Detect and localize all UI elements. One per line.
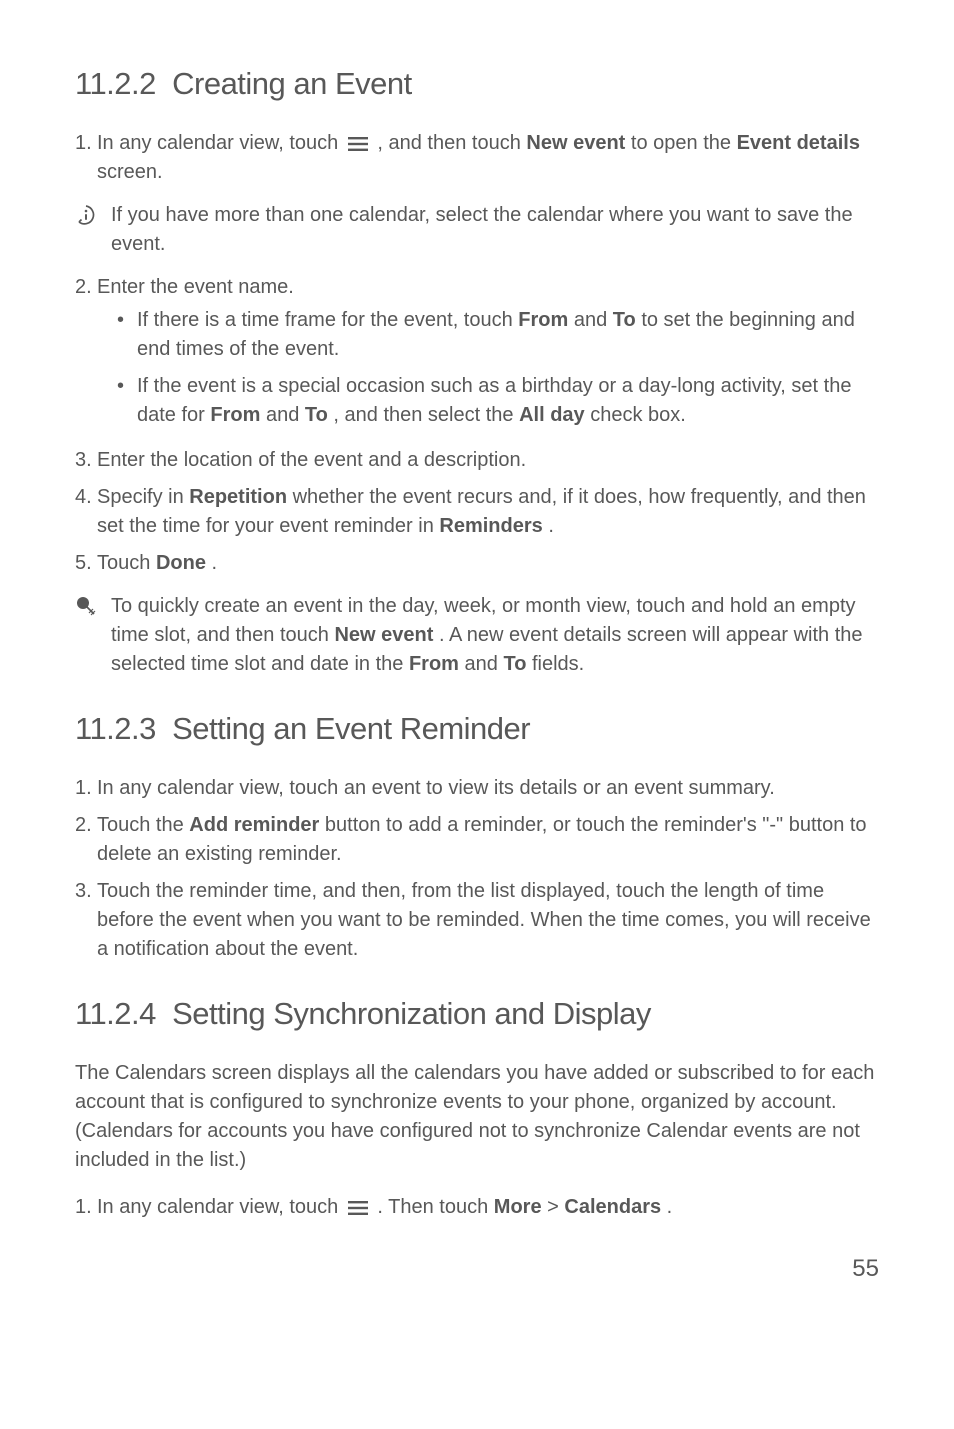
bullet-dot: • — [117, 372, 137, 430]
step-number: 3. — [75, 877, 97, 964]
text: , and then select the — [333, 404, 519, 426]
text: . — [667, 1196, 673, 1218]
text-bold: Reminders — [439, 515, 542, 537]
step-2-2: 2. Touch the Add reminder button to add … — [75, 811, 879, 869]
text: . Then touch — [377, 1196, 493, 1218]
step-number: 4. — [75, 483, 97, 541]
text-bold: New event — [334, 624, 433, 646]
text: and — [266, 404, 305, 426]
note-text: If you have more than one calendar, sele… — [111, 201, 879, 259]
text: and — [465, 653, 504, 675]
text: Touch — [97, 552, 156, 574]
step-1-4: 4. Specify in Repetition whether the eve… — [75, 483, 879, 541]
text: . — [548, 515, 554, 537]
bullet-item: • If the event is a special occasion suc… — [117, 372, 879, 430]
tip-icon — [75, 592, 111, 679]
text-bold: Calendars — [564, 1196, 661, 1218]
text-bold: To — [305, 404, 328, 426]
step-body: Enter the event name. — [97, 273, 879, 302]
text: fields. — [532, 653, 584, 675]
step-number: 1. — [75, 774, 97, 803]
step-body: Touch the reminder time, and then, from … — [97, 877, 879, 964]
step-body: In any calendar view, touch , and then t… — [97, 129, 879, 187]
heading-creating-event: 11.2.2 Creating an Event — [75, 62, 879, 107]
text-bold: From — [409, 653, 459, 675]
text: screen. — [97, 161, 163, 183]
step-1-2: 2. Enter the event name. • If there is a… — [75, 273, 879, 438]
bullet-dot: • — [117, 306, 137, 364]
text-bold: Add reminder — [189, 814, 319, 836]
step-number: 2. — [75, 811, 97, 869]
text: In any calendar view, touch — [97, 132, 344, 154]
note-block: If you have more than one calendar, sele… — [75, 201, 879, 259]
text-bold: New event — [526, 132, 625, 154]
step-body: In any calendar view, touch an event to … — [97, 774, 879, 803]
text-bold: To — [503, 653, 526, 675]
step-number: 5. — [75, 549, 97, 578]
step-1-5: 5. Touch Done . — [75, 549, 879, 578]
step-number: 3. — [75, 446, 97, 475]
bullet-item: • If there is a time frame for the event… — [117, 306, 879, 364]
menu-icon — [344, 1198, 372, 1218]
heading-setting-reminder: 11.2.3 Setting an Event Reminder — [75, 707, 879, 752]
text: , and then touch — [377, 132, 526, 154]
step-number: 2. — [75, 273, 97, 438]
text: check box. — [590, 404, 686, 426]
text-bold: All day — [519, 404, 585, 426]
text: to open the — [631, 132, 737, 154]
step-body: Enter the location of the event and a de… — [97, 446, 879, 475]
text: In any calendar view, touch — [97, 1196, 344, 1218]
step-number: 1. — [75, 129, 97, 187]
text-bold: Done — [156, 552, 206, 574]
info-icon — [75, 201, 111, 259]
step-2-1: 1. In any calendar view, touch an event … — [75, 774, 879, 803]
step-3-1: 1. In any calendar view, touch . Then to… — [75, 1193, 879, 1222]
text-bold: From — [518, 309, 568, 331]
bullet-body: If there is a time frame for the event, … — [137, 306, 879, 364]
text: Specify in — [97, 486, 189, 508]
text: and — [574, 309, 613, 331]
text-bold: From — [210, 404, 260, 426]
paragraph: The Calendars screen displays all the ca… — [75, 1059, 879, 1175]
text: Touch the — [97, 814, 189, 836]
text: > — [547, 1196, 564, 1218]
page-number: 55 — [75, 1252, 879, 1287]
text: If there is a time frame for the event, … — [137, 309, 518, 331]
text-bold: Event details — [737, 132, 860, 154]
step-body: Specify in Repetition whether the event … — [97, 483, 879, 541]
step-2-3: 3. Touch the reminder time, and then, fr… — [75, 877, 879, 964]
heading-sync-display: 11.2.4 Setting Synchronization and Displ… — [75, 992, 879, 1037]
step-body: Touch Done . — [97, 549, 879, 578]
step-1-3: 3. Enter the location of the event and a… — [75, 446, 879, 475]
step-body: Touch the Add reminder button to add a r… — [97, 811, 879, 869]
menu-icon — [344, 134, 372, 154]
step-number: 1. — [75, 1193, 97, 1222]
step-body: In any calendar view, touch . Then touch… — [97, 1193, 879, 1222]
text-bold: More — [494, 1196, 542, 1218]
step-1-1: 1. In any calendar view, touch , and the… — [75, 129, 879, 187]
text-bold: To — [613, 309, 636, 331]
bullet-body: If the event is a special occasion such … — [137, 372, 879, 430]
tip-text: To quickly create an event in the day, w… — [111, 592, 879, 679]
text: . — [212, 552, 218, 574]
text-bold: Repetition — [189, 486, 287, 508]
tip-block: To quickly create an event in the day, w… — [75, 592, 879, 679]
